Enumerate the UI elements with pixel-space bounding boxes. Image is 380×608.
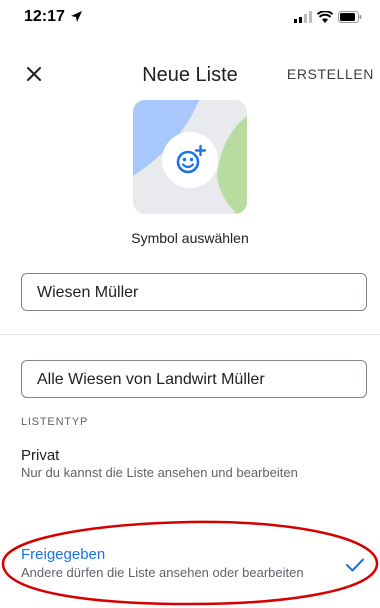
- divider: [0, 334, 380, 335]
- list-name-field[interactable]: Wiesen Müller: [21, 273, 367, 311]
- status-icons: [294, 11, 362, 23]
- app-bar: Neue Liste ERSTELLEN: [0, 54, 380, 98]
- symbol-picker[interactable]: [133, 100, 247, 214]
- wifi-icon: [317, 11, 333, 23]
- symbol-label[interactable]: Symbol auswählen: [0, 230, 380, 246]
- list-name-value: Wiesen Müller: [37, 284, 139, 301]
- signal-icon: [294, 11, 312, 23]
- location-arrow-icon: [71, 11, 82, 22]
- option-title: Privat: [21, 447, 60, 464]
- list-description-value: Alle Wiesen von Landwirt Müller: [37, 371, 265, 388]
- list-description-field[interactable]: Alle Wiesen von Landwirt Müller: [21, 360, 367, 398]
- option-description: Nur du kannst die Liste ansehen und bear…: [21, 465, 298, 480]
- highlight-ellipse-annotation: [1, 520, 379, 606]
- list-type-heading: LISTENTYP: [21, 416, 89, 428]
- add-emoji-icon: [176, 144, 207, 174]
- status-time: 12:17: [24, 8, 65, 25]
- status-bar: 12:17: [0, 0, 380, 40]
- battery-icon: [338, 11, 362, 23]
- create-button[interactable]: ERSTELLEN: [287, 66, 374, 82]
